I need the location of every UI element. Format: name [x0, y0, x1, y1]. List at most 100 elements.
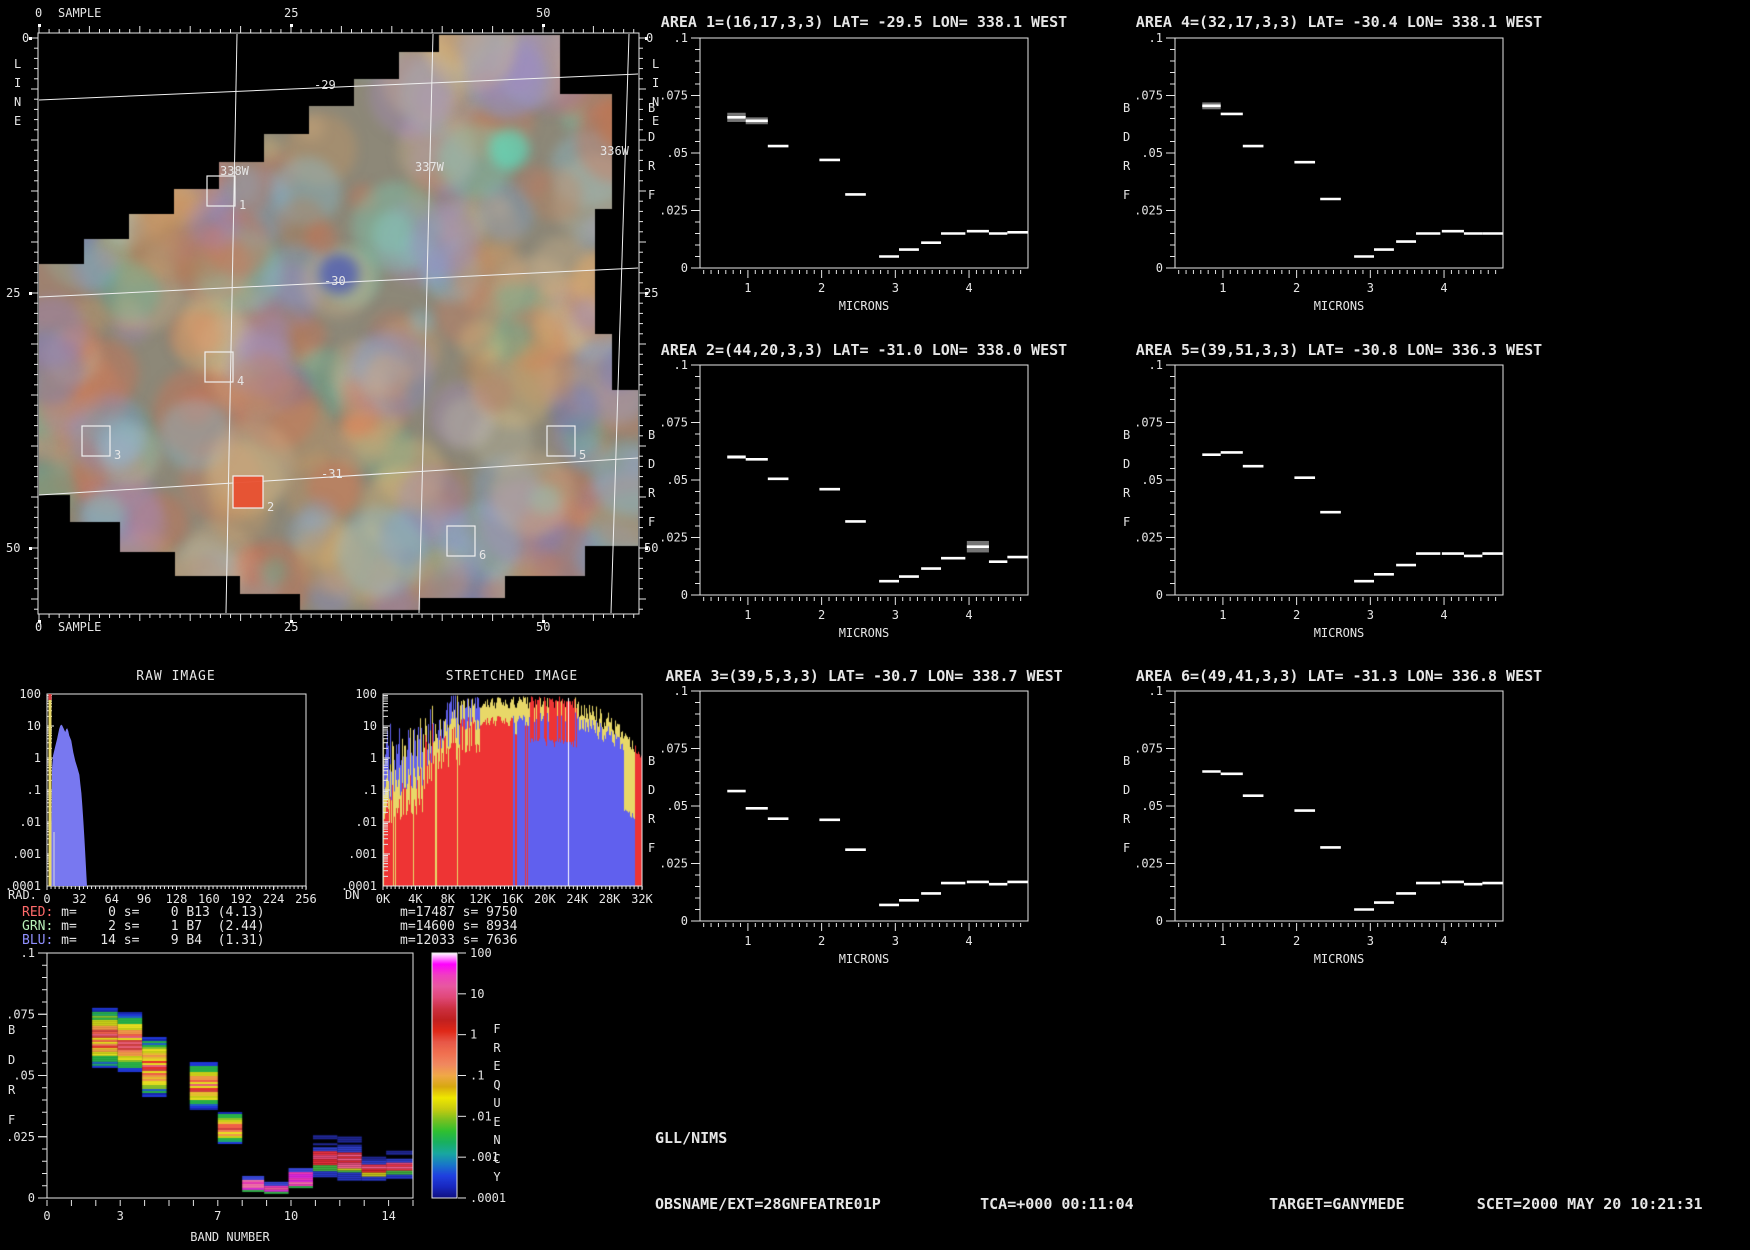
y-tick-label: .05	[666, 473, 688, 487]
y-tick-label: .025	[659, 531, 688, 545]
x-tick-label: 4	[1440, 934, 1447, 948]
tick-dot	[29, 292, 32, 295]
y-tick-label: .05	[1141, 799, 1163, 813]
stretch-stat-row: m=14600 s= 8934	[400, 919, 518, 934]
error-box	[745, 117, 768, 125]
x-tick-label: 256	[295, 892, 317, 906]
microns-axis-title: MICRONS	[1314, 626, 1365, 640]
map-left-tick-label: 0	[22, 31, 30, 45]
x-tick-label: 2	[818, 608, 825, 622]
area-box-label: 1	[239, 198, 247, 212]
x-tick-label: 4	[965, 934, 972, 948]
x-tick-label: 160	[198, 892, 220, 906]
y-tick-label: .075	[1134, 742, 1163, 756]
map-bottom-tick-label: 50	[536, 620, 551, 634]
y-tick-label: .075	[1134, 416, 1163, 430]
x-tick-label: 1	[744, 281, 751, 295]
bdrf-axis-title: B D R F	[648, 754, 656, 855]
area1-plot-title: AREA 1=(16,17,3,3) LAT= -29.5 LON= 338.1…	[660, 13, 1068, 31]
y-tick-label: .075	[659, 416, 688, 430]
map-right-tick-label: 25	[644, 286, 659, 300]
x-tick-label: 2	[1293, 608, 1300, 622]
band-stat-label: RED:	[22, 905, 54, 920]
x-tick-label: 4	[965, 608, 972, 622]
x-tick-label: 1	[744, 608, 751, 622]
tick-dot	[542, 24, 545, 27]
stretched-image-histogram-title: STRETCHED IMAGE	[445, 669, 579, 684]
x-tick-label: 28K	[599, 892, 621, 906]
tick-dot	[290, 24, 293, 27]
x-tick-label: 0K	[376, 892, 391, 906]
bdrf-axis-title: B D R F	[1123, 428, 1131, 529]
stretch-stat-row: m=12033 s= 7636	[400, 933, 518, 948]
x-tick-label: 0	[43, 892, 50, 906]
y-tick-label: 0	[681, 261, 688, 275]
error-box	[727, 455, 746, 459]
tick-dot	[29, 547, 32, 550]
y-tick-label: .1	[674, 684, 688, 698]
microns-axis-title: MICRONS	[839, 952, 890, 966]
map-left-tick-label: 25	[6, 286, 21, 300]
tick-dot	[29, 37, 32, 40]
x-tick-label: 1	[1219, 934, 1226, 948]
spectrum-frame	[1174, 364, 1504, 596]
y-tick-label: .05	[1141, 146, 1163, 160]
colorbar-tick-label: 100	[470, 946, 492, 960]
x-tick-label: 4	[965, 281, 972, 295]
parallel-label: -31	[321, 467, 343, 481]
map-top-tick-label: 25	[284, 6, 299, 20]
raw-hist-frame	[46, 693, 307, 887]
map-right-tick-label: 0	[646, 31, 654, 45]
x-tick-label: 32	[72, 892, 86, 906]
microns-axis-title: MICRONS	[839, 299, 890, 313]
x-tick-label: 3	[892, 281, 899, 295]
x-tick-label: 3	[892, 934, 899, 948]
x-tick-label: 7	[214, 1209, 221, 1223]
raw-image-band-stats: RED: m= 0 s= 0 B13 (4.13) GRN: m= 2 s= 1 …	[22, 906, 265, 948]
frequency-colorbar-title: F R E Q U E N C Y	[493, 1022, 501, 1184]
spectrum-frame	[1174, 690, 1504, 922]
colorbar-tick-label: .1	[470, 1068, 484, 1082]
spectrum-frame	[699, 364, 1029, 596]
y-tick-label: .025	[1134, 857, 1163, 871]
colorbar-tick-label: 10	[470, 987, 484, 1001]
y-tick-label: 100	[355, 687, 377, 701]
y-tick-label: .1	[674, 31, 688, 45]
x-tick-label: 20K	[534, 892, 556, 906]
y-tick-label: .1	[1149, 358, 1163, 372]
y-tick-label: .1	[21, 946, 35, 960]
area-box-label: 4	[237, 374, 245, 388]
x-tick-label: 64	[105, 892, 119, 906]
y-tick-label: 0	[681, 588, 688, 602]
meta-instrument: GLL/NIMS	[655, 1129, 728, 1147]
observation-metadata-block: GLL/NIMS OBSNAME/EXT=28GNFEATRE01P TCA=+…	[655, 1083, 1703, 1250]
y-tick-label: 1	[34, 751, 41, 765]
x-tick-label: 3	[892, 608, 899, 622]
error-box	[1202, 102, 1221, 110]
frequency-colorbar	[432, 953, 457, 1198]
tick-dot	[38, 24, 41, 27]
y-tick-label: 0	[1156, 914, 1163, 928]
x-tick-label: 1	[1219, 281, 1226, 295]
y-tick-label: .075	[1134, 89, 1163, 103]
y-tick-label: .1	[363, 783, 377, 797]
error-box	[727, 112, 746, 122]
stretched-histogram-canvas	[383, 694, 642, 886]
ganymede-map-image	[39, 34, 638, 613]
microns-axis-title: MICRONS	[1314, 952, 1365, 966]
map-bottom-tick-label: 0	[35, 620, 43, 634]
map-right-tick-label: 50	[644, 541, 659, 555]
x-tick-label: 16K	[502, 892, 524, 906]
y-tick-label: 0	[681, 914, 688, 928]
map-top-axis-title: SAMPLE	[58, 6, 102, 20]
y-tick-label: 10	[363, 719, 377, 733]
y-tick-label: 100	[19, 687, 41, 701]
x-tick-label: 1	[1219, 608, 1226, 622]
y-tick-label: 0	[1156, 261, 1163, 275]
y-tick-label: .01	[19, 815, 41, 829]
x-tick-label: 3	[1367, 934, 1374, 948]
x-tick-label: 3	[1367, 608, 1374, 622]
x-tick-label: 3	[117, 1209, 124, 1223]
x-tick-label: 24K	[566, 892, 588, 906]
map-top-tick-label: 50	[536, 6, 551, 20]
